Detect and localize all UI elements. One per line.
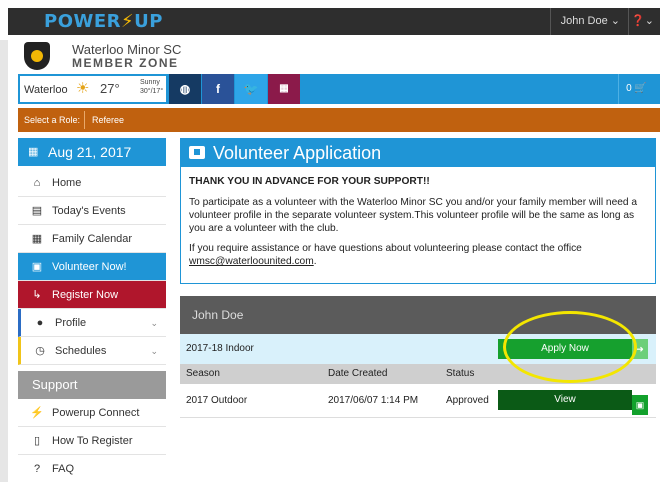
sidebar-date: ▦ Aug 21, 2017 [18, 138, 166, 166]
sidebar-item-label: Home [52, 177, 82, 189]
club-header: Waterloo Minor SC MEMBER ZONE [18, 40, 660, 72]
view-icon[interactable]: ▣ [632, 395, 648, 415]
contact-period: . [313, 256, 317, 267]
cart-button[interactable]: 0 🛒 [618, 74, 654, 104]
weather-bar: Waterloo ☀ 27° Sunny 30°/17° ◍ f 🐦 ▦ 0 🛒 [18, 74, 660, 104]
sidebar-item-label: Schedules [55, 345, 107, 357]
sidebar: ▦ Aug 21, 2017 ⌂ Home ▤ Today's Events ▦… [18, 138, 166, 482]
powerup-logo[interactable]: POWER⚡UP [44, 11, 163, 32]
logo-text-left: POWER [44, 11, 122, 32]
clock-icon: ◷ [35, 345, 45, 357]
role-label: Select a Role: [24, 115, 81, 125]
sidebar-item-label: How To Register [52, 435, 133, 447]
column-season: Season [186, 368, 220, 379]
contact-text: If you require assistance or have questi… [189, 243, 582, 254]
sidebar-date-label: Aug 21, 2017 [48, 144, 132, 160]
sidebar-item-profile[interactable]: ● Profile ⌄ [18, 309, 166, 337]
facebook-icon[interactable]: f [202, 74, 234, 104]
apply-now-button[interactable]: Apply Now [498, 339, 632, 359]
arrow-right-icon[interactable]: ➜ [632, 339, 648, 359]
sidebar-item-how-to-register[interactable]: ▯ How To Register [18, 427, 166, 455]
role-select[interactable]: Referee [92, 115, 124, 125]
chevron-down-icon: ⌄ [150, 346, 158, 356]
chevron-down-icon: ⌄ [150, 318, 158, 328]
top-navbar: POWER⚡UP John Doe ⌄ ❓⌄ [8, 8, 660, 35]
events-icon: ▤ [31, 205, 43, 217]
panel-lead: THANK YOU IN ADVANCE FOR YOUR SUPPORT!! [189, 176, 430, 187]
row-date: 2017/06/07 1:14 PM [328, 395, 419, 406]
weather-range: 30°/17° [140, 88, 164, 95]
row-season: 2017 Outdoor [186, 395, 248, 406]
column-status: Status [446, 368, 475, 379]
sidebar-item-volunteer-now[interactable]: ▣ Volunteer Now! [18, 253, 166, 281]
arrow-icon: ↳ [32, 289, 42, 301]
user-menu[interactable]: John Doe ⌄ [549, 8, 628, 35]
user-icon: ● [36, 317, 44, 329]
sidebar-item-family-calendar[interactable]: ▦ Family Calendar [18, 225, 166, 253]
sun-icon: ☀ [76, 80, 90, 97]
logo-text-right: UP [134, 11, 163, 32]
sidebar-item-powerup-connect[interactable]: ⚡ Powerup Connect [18, 399, 166, 427]
volunteer-icon: ▣ [31, 261, 43, 273]
sidebar-item-home[interactable]: ⌂ Home [18, 169, 166, 197]
view-button[interactable]: View [498, 390, 632, 410]
calendar-icon[interactable]: ▦ [268, 74, 300, 104]
support-heading: Support [18, 371, 166, 399]
sidebar-item-label: Register Now [52, 289, 119, 301]
sidebar-item-register-now[interactable]: ↳ Register Now [18, 281, 166, 309]
volunteer-application-panel: Volunteer Application THANK YOU IN ADVAN… [180, 138, 656, 284]
volunteer-table: John Doe 2017-18 Indoor Apply Now ➜ Seas… [180, 296, 656, 418]
calendar-icon: ▦ [31, 233, 43, 245]
club-crest-icon [24, 42, 50, 70]
current-season-row: 2017-18 Indoor Apply Now ➜ [180, 334, 656, 364]
page-left-edge [0, 40, 8, 482]
question-icon: ? [33, 463, 41, 475]
help-menu-icon[interactable]: ❓⌄ [628, 8, 656, 35]
weather-condition: Sunny [140, 79, 160, 86]
weather-city: Waterloo [24, 84, 68, 96]
sidebar-item-label: Family Calendar [52, 233, 133, 245]
table-row: 2017 Outdoor 2017/06/07 1:14 PM Approved… [180, 384, 656, 418]
weather-temp: 27° [100, 81, 120, 96]
weather-widget: Waterloo ☀ 27° Sunny 30°/17° [20, 76, 166, 102]
volunteer-name-header: John Doe [180, 296, 656, 334]
contact-email-link[interactable]: wmsc@waterloounited.com [189, 256, 314, 267]
club-name: Waterloo Minor SC [72, 42, 182, 57]
website-icon[interactable]: ◍ [169, 74, 201, 104]
sidebar-item-label: Profile [55, 317, 87, 329]
sidebar-item-label: Powerup Connect [52, 407, 140, 419]
volunteer-icon [189, 146, 205, 159]
logo-bolt-icon: ⚡ [121, 11, 135, 32]
panel-paragraph-2: If you require assistance or have questi… [189, 242, 647, 268]
sidebar-item-label: FAQ [52, 463, 75, 475]
sidebar-item-todays-events[interactable]: ▤ Today's Events [18, 197, 166, 225]
panel-paragraph-1: To participate as a volunteer with the W… [189, 197, 638, 234]
panel-title: Volunteer Application [213, 143, 382, 163]
twitter-icon[interactable]: 🐦 [235, 74, 267, 104]
sidebar-item-faq[interactable]: ? FAQ [18, 455, 166, 482]
row-status: Approved [446, 395, 489, 406]
column-date-created: Date Created [328, 368, 388, 379]
sidebar-item-label: Volunteer Now! [52, 261, 127, 273]
table-header: Season Date Created Status [180, 364, 656, 384]
home-icon: ⌂ [33, 177, 41, 189]
document-icon: ▯ [33, 435, 41, 447]
panel-header: Volunteer Application [181, 139, 655, 167]
member-zone-title: MEMBER ZONE [72, 56, 179, 70]
bolt-icon: ⚡ [30, 407, 44, 419]
calendar-icon: ▦ [28, 146, 39, 158]
current-season: 2017-18 Indoor [186, 343, 254, 354]
panel-body: THANK YOU IN ADVANCE FOR YOUR SUPPORT!! … [181, 167, 655, 283]
sidebar-item-schedules[interactable]: ◷ Schedules ⌄ [18, 337, 166, 365]
role-bar: Select a Role: Referee [18, 108, 660, 132]
sidebar-item-label: Today's Events [52, 205, 126, 217]
role-divider [84, 111, 85, 129]
